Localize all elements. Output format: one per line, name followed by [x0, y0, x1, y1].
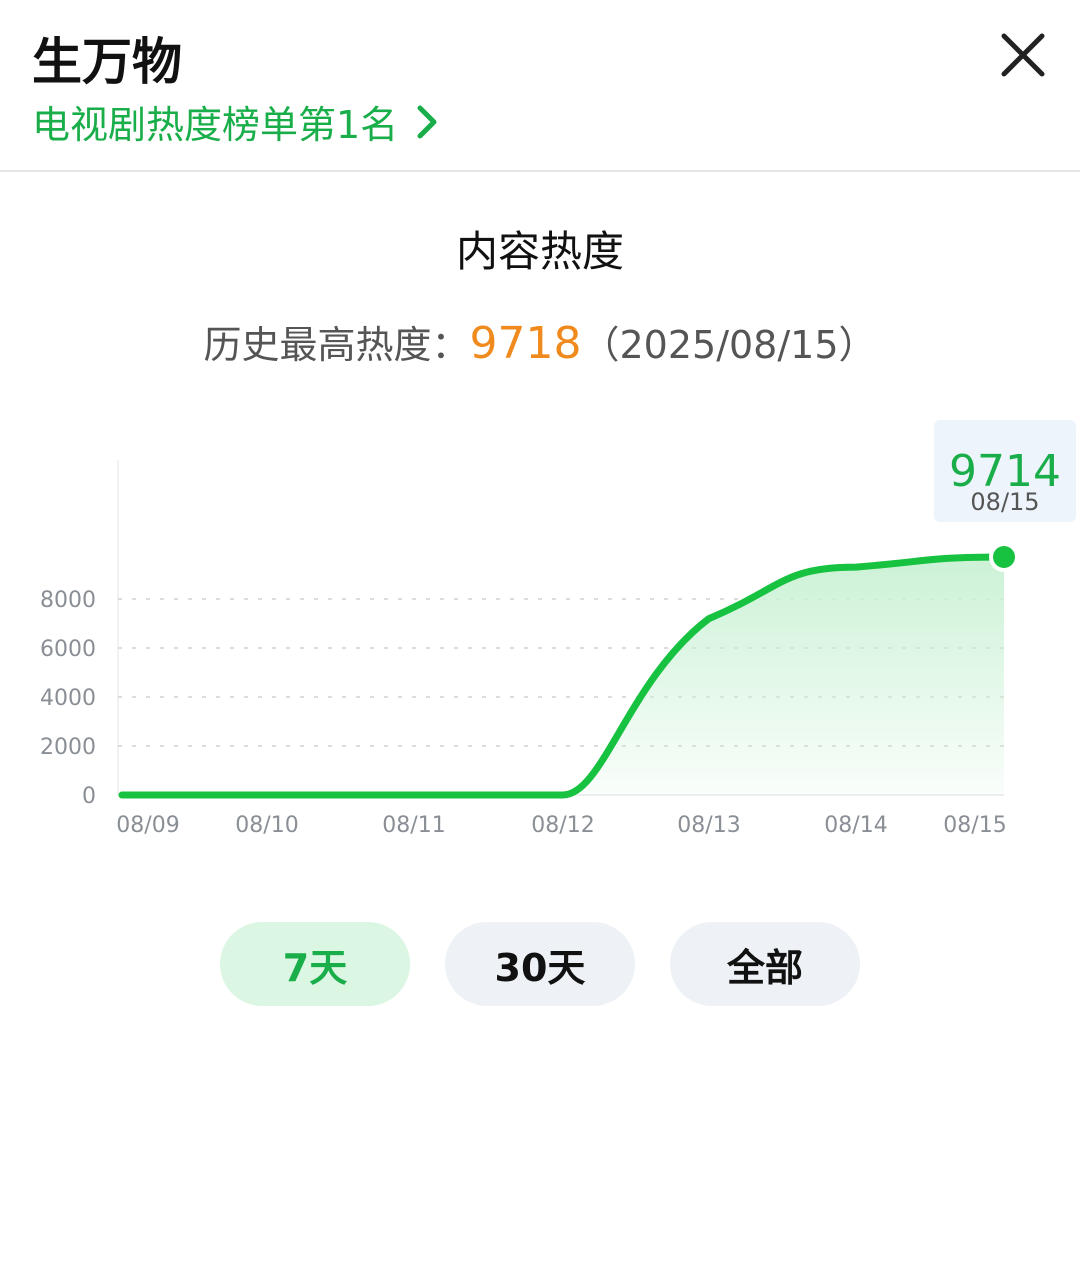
- show-title: 生万物: [32, 33, 182, 91]
- data-point: [993, 546, 1015, 569]
- x-tick-label: 08/11: [382, 813, 445, 838]
- close-icon[interactable]: [994, 26, 1052, 84]
- history-label: 历史最高热度：: [203, 323, 470, 367]
- history-value: 9718: [469, 318, 582, 369]
- y-tick-label: 4000: [40, 686, 96, 711]
- y-tick-label: 6000: [40, 637, 96, 662]
- tooltip-date: 08/15: [970, 488, 1039, 516]
- heat-chart: 0 2000 4000 6000 8000 08/09 08/10 08/11 08/12 08/…: [40, 420, 1076, 838]
- range-7d-button[interactable]: 7天: [220, 922, 410, 1006]
- chevron-right-icon: [414, 102, 442, 142]
- rank-link[interactable]: 电视剧热度榜单第1名: [32, 94, 442, 149]
- x-tick-label: 08/15: [943, 813, 1006, 838]
- x-tick-label: 08/12: [531, 813, 594, 838]
- header: 生万物 电视剧热度榜单第1名: [0, 0, 1080, 172]
- range-buttons: 7天 30天 全部: [0, 922, 1080, 1008]
- history-high: 历史最高热度：9718（2025/08/15）: [0, 314, 1080, 369]
- x-tick-label: 08/14: [824, 813, 887, 838]
- section-title: 内容热度: [455, 227, 624, 276]
- y-tick-label: 8000: [40, 588, 96, 613]
- area-fill: [122, 557, 1004, 795]
- range-all-button[interactable]: 全部: [670, 922, 860, 1006]
- y-tick-label: 2000: [40, 735, 96, 760]
- rank-text: 电视剧热度榜单第1名: [32, 103, 399, 147]
- x-tick-label: 08/10: [235, 813, 298, 838]
- history-date: （2025/08/15）: [581, 323, 877, 367]
- x-tick-label: 08/09: [116, 813, 179, 838]
- x-tick-label: 08/13: [677, 813, 740, 838]
- y-tick-label: 0: [82, 784, 96, 809]
- range-30d-button[interactable]: 30天: [445, 922, 635, 1006]
